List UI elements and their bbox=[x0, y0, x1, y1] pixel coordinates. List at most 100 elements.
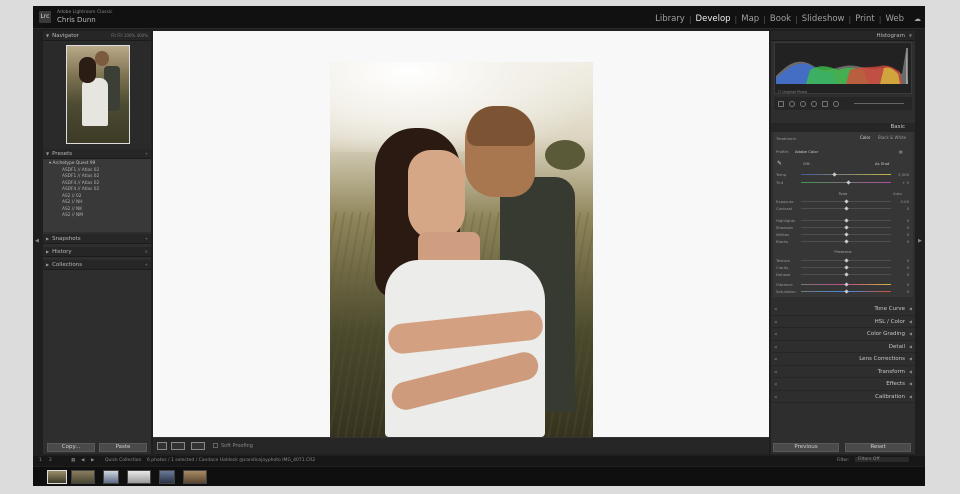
treatment-color[interactable]: Color bbox=[860, 135, 870, 140]
right-panel-toggle-icon[interactable]: ▶ bbox=[918, 238, 922, 244]
left-panel-toggle-icon[interactable]: ◀ bbox=[35, 238, 39, 244]
tint-slider-thumb[interactable] bbox=[846, 180, 851, 185]
white-balance-picker-icon[interactable]: ✎ bbox=[777, 160, 782, 167]
image-canvas[interactable] bbox=[153, 31, 769, 437]
module-develop[interactable]: Develop bbox=[694, 14, 733, 24]
presets-header[interactable]: ▼ Presets + bbox=[43, 149, 151, 159]
paste-button[interactable]: Paste bbox=[99, 443, 147, 452]
module-library[interactable]: Library bbox=[653, 14, 687, 24]
highlights-slider-thumb[interactable] bbox=[844, 218, 849, 223]
contrast-value[interactable]: 0 bbox=[907, 206, 909, 211]
section-calibration[interactable]: ◀ Calibration ◀ bbox=[771, 391, 915, 403]
texture-value[interactable]: 0 bbox=[907, 258, 909, 263]
filmstrip-thumbnail[interactable] bbox=[183, 470, 207, 484]
saturation-value[interactable]: 0 bbox=[907, 289, 909, 294]
vibrance-slider-thumb[interactable] bbox=[844, 282, 849, 287]
tint-value[interactable]: + 5 bbox=[902, 180, 909, 185]
wb-select[interactable]: As Shot bbox=[875, 161, 889, 166]
profile-select[interactable]: Adobe Color bbox=[795, 149, 818, 154]
temp-slider[interactable] bbox=[801, 174, 891, 175]
filter-select[interactable]: Filters Off bbox=[855, 457, 909, 462]
snapshots-header[interactable]: ▶ Snapshots + bbox=[43, 234, 151, 244]
loupe-view-icon[interactable] bbox=[157, 442, 167, 450]
highlights-label: Highlights bbox=[776, 218, 796, 223]
back-arrow-icon[interactable]: ◀ bbox=[81, 458, 84, 463]
add-snapshot-icon[interactable]: + bbox=[145, 236, 148, 241]
previous-button[interactable]: Previous bbox=[773, 443, 839, 452]
cloud-icon[interactable]: ☁ bbox=[914, 15, 921, 23]
module-book[interactable]: Book bbox=[768, 14, 793, 24]
crop-tool-icon[interactable] bbox=[778, 100, 784, 107]
module-map[interactable]: Map bbox=[739, 14, 761, 24]
basic-header[interactable]: Basic bbox=[771, 123, 915, 132]
tool-slider[interactable] bbox=[854, 103, 904, 104]
module-slideshow[interactable]: Slideshow bbox=[800, 14, 847, 24]
filmstrip-thumbnail[interactable] bbox=[159, 470, 175, 484]
whites-value[interactable]: 0 bbox=[907, 232, 909, 237]
texture-slider-thumb[interactable] bbox=[844, 258, 849, 263]
spot-removal-icon[interactable] bbox=[789, 100, 795, 107]
filmstrip-thumbnail[interactable] bbox=[71, 470, 95, 484]
preset-item[interactable]: AS2 // NM bbox=[43, 213, 151, 220]
original-photo-checkbox[interactable]: ☐ Original Photo bbox=[778, 90, 807, 94]
exposure-slider-thumb[interactable] bbox=[844, 199, 849, 204]
collections-header[interactable]: ▶ Collections + bbox=[43, 260, 151, 270]
contrast-slider-thumb[interactable] bbox=[844, 206, 849, 211]
shadows-slider-thumb[interactable] bbox=[844, 225, 849, 230]
history-header[interactable]: ▶ History ✕ bbox=[43, 247, 151, 257]
filmstrip-info[interactable]: 6 photos / 1 selected / Candace Haldeck … bbox=[147, 458, 315, 463]
section-color-grading[interactable]: ◀ Color Grading ◀ bbox=[771, 328, 915, 341]
temp-slider-thumb[interactable] bbox=[832, 172, 837, 177]
forward-arrow-icon[interactable]: ▶ bbox=[91, 458, 94, 463]
page-2-button[interactable]: 2 bbox=[49, 458, 52, 463]
section-transform[interactable]: ◀ Transform ◀ bbox=[771, 366, 915, 378]
radial-filter-icon[interactable] bbox=[822, 100, 828, 107]
filmstrip-thumbnail[interactable] bbox=[127, 470, 151, 484]
histogram-header[interactable]: Histogram ▼ bbox=[771, 31, 915, 41]
soft-proofing-checkbox[interactable] bbox=[213, 443, 218, 448]
blacks-slider-thumb[interactable] bbox=[844, 239, 849, 244]
whites-slider-thumb[interactable] bbox=[844, 232, 849, 237]
dehaze-value[interactable]: 0 bbox=[907, 272, 909, 277]
profile-browser-icon[interactable]: ▦ bbox=[899, 149, 903, 154]
navigator-preview[interactable] bbox=[43, 41, 151, 149]
histogram[interactable]: ☐ Original Photo bbox=[774, 42, 912, 94]
clarity-value[interactable]: 0 bbox=[907, 265, 909, 270]
add-collection-icon[interactable]: + bbox=[145, 262, 148, 267]
filmstrip-source[interactable]: Quick Collection bbox=[105, 458, 141, 463]
module-web[interactable]: Web bbox=[883, 14, 906, 24]
temp-value[interactable]: 5,500 bbox=[898, 172, 909, 177]
vibrance-value[interactable]: 0 bbox=[907, 282, 909, 287]
red-eye-icon[interactable] bbox=[800, 100, 806, 107]
filmstrip-thumbnail[interactable] bbox=[47, 470, 67, 484]
zoom-options[interactable]: Fit Fill 100% 400% bbox=[111, 33, 148, 38]
section-lens-corrections[interactable]: ◀ Lens Corrections ◀ bbox=[771, 353, 915, 366]
graduated-filter-icon[interactable] bbox=[811, 100, 817, 107]
before-after-icon[interactable] bbox=[171, 442, 185, 450]
tone-auto-button[interactable]: Auto bbox=[893, 191, 902, 196]
compare-view-icon[interactable] bbox=[191, 442, 205, 450]
exposure-value[interactable]: 0.00 bbox=[901, 199, 909, 204]
grid-view-icon[interactable]: ▦ bbox=[71, 458, 75, 463]
module-print[interactable]: Print bbox=[853, 14, 877, 24]
add-preset-icon[interactable]: + bbox=[145, 151, 148, 156]
section-tone-curve[interactable]: ◀ Tone Curve ◀ bbox=[771, 303, 915, 316]
clarity-slider-thumb[interactable] bbox=[844, 265, 849, 270]
blacks-value[interactable]: 0 bbox=[907, 239, 909, 244]
highlights-value[interactable]: 0 bbox=[907, 218, 909, 223]
section-hsl-color[interactable]: ◀ HSL / Color ◀ bbox=[771, 316, 915, 328]
reset-button[interactable]: Reset bbox=[845, 443, 911, 452]
blacks-label: Blacks bbox=[776, 239, 789, 244]
page-1-button[interactable]: 1 bbox=[39, 458, 42, 463]
shadows-value[interactable]: 0 bbox=[907, 225, 909, 230]
adjustment-brush-icon[interactable] bbox=[833, 100, 839, 107]
copy-button[interactable]: Copy... bbox=[47, 443, 95, 452]
treatment-bw[interactable]: Black & White bbox=[878, 135, 906, 140]
dehaze-slider-thumb[interactable] bbox=[844, 272, 849, 277]
navigator-header[interactable]: ▼ Navigator Fit Fill 100% 400% bbox=[43, 31, 151, 41]
clear-history-icon[interactable]: ✕ bbox=[145, 249, 148, 254]
filmstrip-thumbnail[interactable] bbox=[103, 470, 119, 484]
section-effects[interactable]: ◀ Effects ◀ bbox=[771, 378, 915, 391]
section-detail[interactable]: ◀ Detail ◀ bbox=[771, 341, 915, 353]
saturation-slider-thumb[interactable] bbox=[844, 289, 849, 294]
